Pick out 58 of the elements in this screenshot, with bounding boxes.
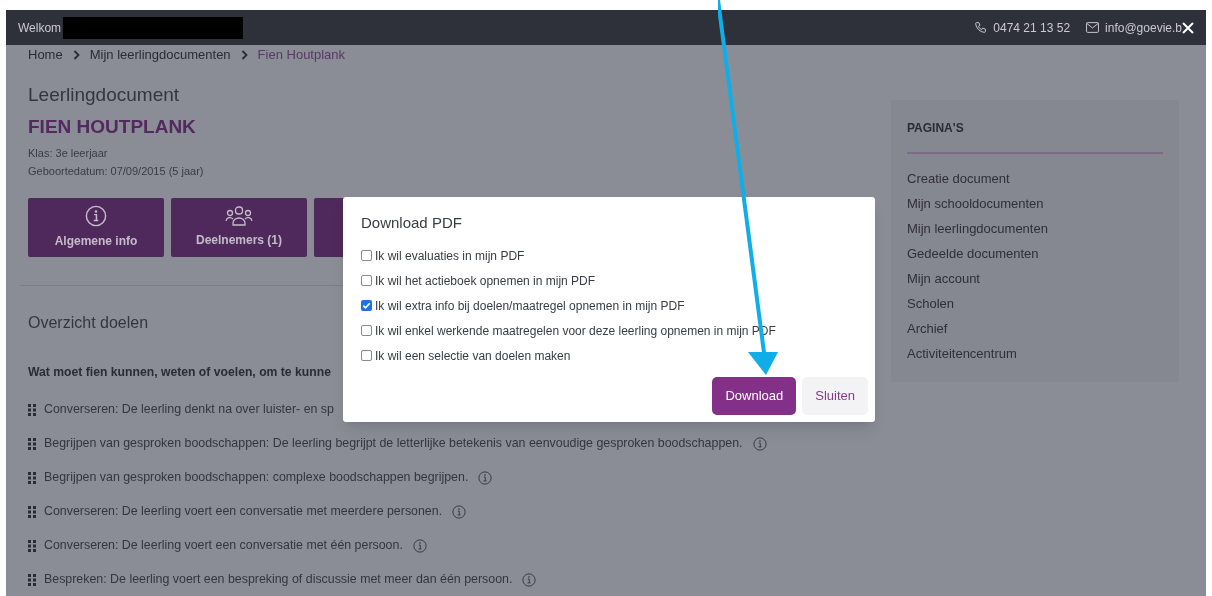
sidebar-link[interactable]: Activiteitencentrum bbox=[907, 344, 1163, 363]
breadcrumb-link[interactable]: Home bbox=[28, 45, 63, 65]
goal-text: Begrijpen van gesproken boodschappen: complexe boodschappen begrijpen. bbox=[44, 469, 469, 487]
breadcrumb-link[interactable]: Mijn leerlingdocumenten bbox=[89, 45, 231, 65]
drag-handle-icon[interactable] bbox=[28, 403, 36, 416]
option-label: Ik wil het actieboek opnemen in mijn PDF bbox=[375, 272, 596, 290]
sidebar-link[interactable]: Scholen bbox=[907, 294, 1163, 313]
info-icon[interactable] bbox=[452, 504, 467, 519]
drag-handle-icon[interactable] bbox=[28, 437, 36, 450]
info-icon[interactable] bbox=[478, 470, 493, 485]
goal-text: Converseren: De leerling voert een conversatie met één persoon. bbox=[44, 537, 403, 555]
sidebar-link[interactable]: Archief bbox=[907, 319, 1163, 338]
student-name: FIEN HOUTPLANK bbox=[28, 115, 197, 139]
checkbox[interactable] bbox=[361, 300, 372, 311]
phone-icon bbox=[974, 21, 988, 34]
option-label: Ik wil extra info bij doelen/maatregel opnemen in mijn PDF bbox=[375, 297, 685, 315]
drag-handle-icon[interactable] bbox=[28, 539, 36, 552]
goal-text: Bespreken: De leerling voert een bespreking of discussie met meer dan één persoon. bbox=[44, 571, 513, 589]
sidebar-link[interactable]: Gedeelde documenten bbox=[907, 244, 1163, 263]
checkbox[interactable] bbox=[361, 250, 372, 261]
option-label: Ik wil een selectie van doelen maken bbox=[375, 347, 571, 365]
page-heading: Leerlingdocument bbox=[28, 82, 181, 107]
goal-text: Converseren: De leerling voert een conversatie met meerdere personen. bbox=[44, 503, 443, 521]
class-text: Klas: 3e leerjaar bbox=[28, 145, 109, 161]
tile-button[interactable]: Algemene info bbox=[28, 197, 164, 257]
sidebar-link[interactable]: Creatie document bbox=[907, 169, 1163, 188]
close-button[interactable]: Sluiten bbox=[802, 377, 868, 415]
checkbox[interactable] bbox=[361, 275, 372, 286]
drag-handle-icon[interactable] bbox=[28, 471, 36, 484]
question-text: Wat moet fien kunnen, weten of voelen, om te kunne bbox=[28, 363, 331, 381]
sidebar-link[interactable]: Mijn schooldocumenten bbox=[907, 194, 1163, 213]
checkbox[interactable] bbox=[361, 350, 372, 361]
checkbox[interactable] bbox=[361, 325, 372, 336]
info-icon[interactable] bbox=[412, 538, 427, 553]
drag-handle-icon[interactable] bbox=[28, 505, 36, 518]
section-title: Overzicht doelen bbox=[28, 312, 149, 333]
dialog-title: Download PDF bbox=[361, 213, 463, 233]
close-icon[interactable] bbox=[1182, 21, 1194, 34]
chevron-icon bbox=[72, 49, 80, 60]
mail-icon bbox=[1086, 22, 1100, 33]
sidebar-link[interactable]: Mijn account bbox=[907, 269, 1163, 288]
phone-number[interactable]: 0474 21 13 52 bbox=[993, 18, 1071, 37]
sidebar-title: PAGINA'S bbox=[907, 119, 965, 137]
goal-text: Converseren: De leerling denkt na over luister- en sp bbox=[44, 401, 334, 419]
info-icon[interactable] bbox=[752, 436, 767, 451]
people-icon bbox=[225, 205, 253, 226]
info-icon[interactable] bbox=[522, 572, 537, 587]
info-icon bbox=[85, 204, 107, 227]
goal-text: Begrijpen van gesproken boodschappen: De leerling begrijpt de letterlijke betekenis van eenvoudige gesproken boodschappen. bbox=[44, 435, 743, 453]
option-label: Ik wil evaluaties in mijn PDF bbox=[375, 247, 525, 265]
chevron-icon bbox=[240, 49, 248, 60]
welcome-text: Welkom bbox=[18, 19, 62, 37]
sidebar-link[interactable]: Mijn leerlingdocumenten bbox=[907, 219, 1163, 238]
birthdate-text: Geboortedatum: 07/09/2015 (5 jaar) bbox=[28, 164, 205, 179]
email-link[interactable]: info@goevie.b bbox=[1105, 18, 1182, 37]
drag-handle-icon[interactable] bbox=[28, 573, 36, 586]
download-button[interactable]: Download bbox=[712, 377, 797, 415]
tile-button[interactable]: Deelnemers (1) bbox=[171, 197, 307, 257]
